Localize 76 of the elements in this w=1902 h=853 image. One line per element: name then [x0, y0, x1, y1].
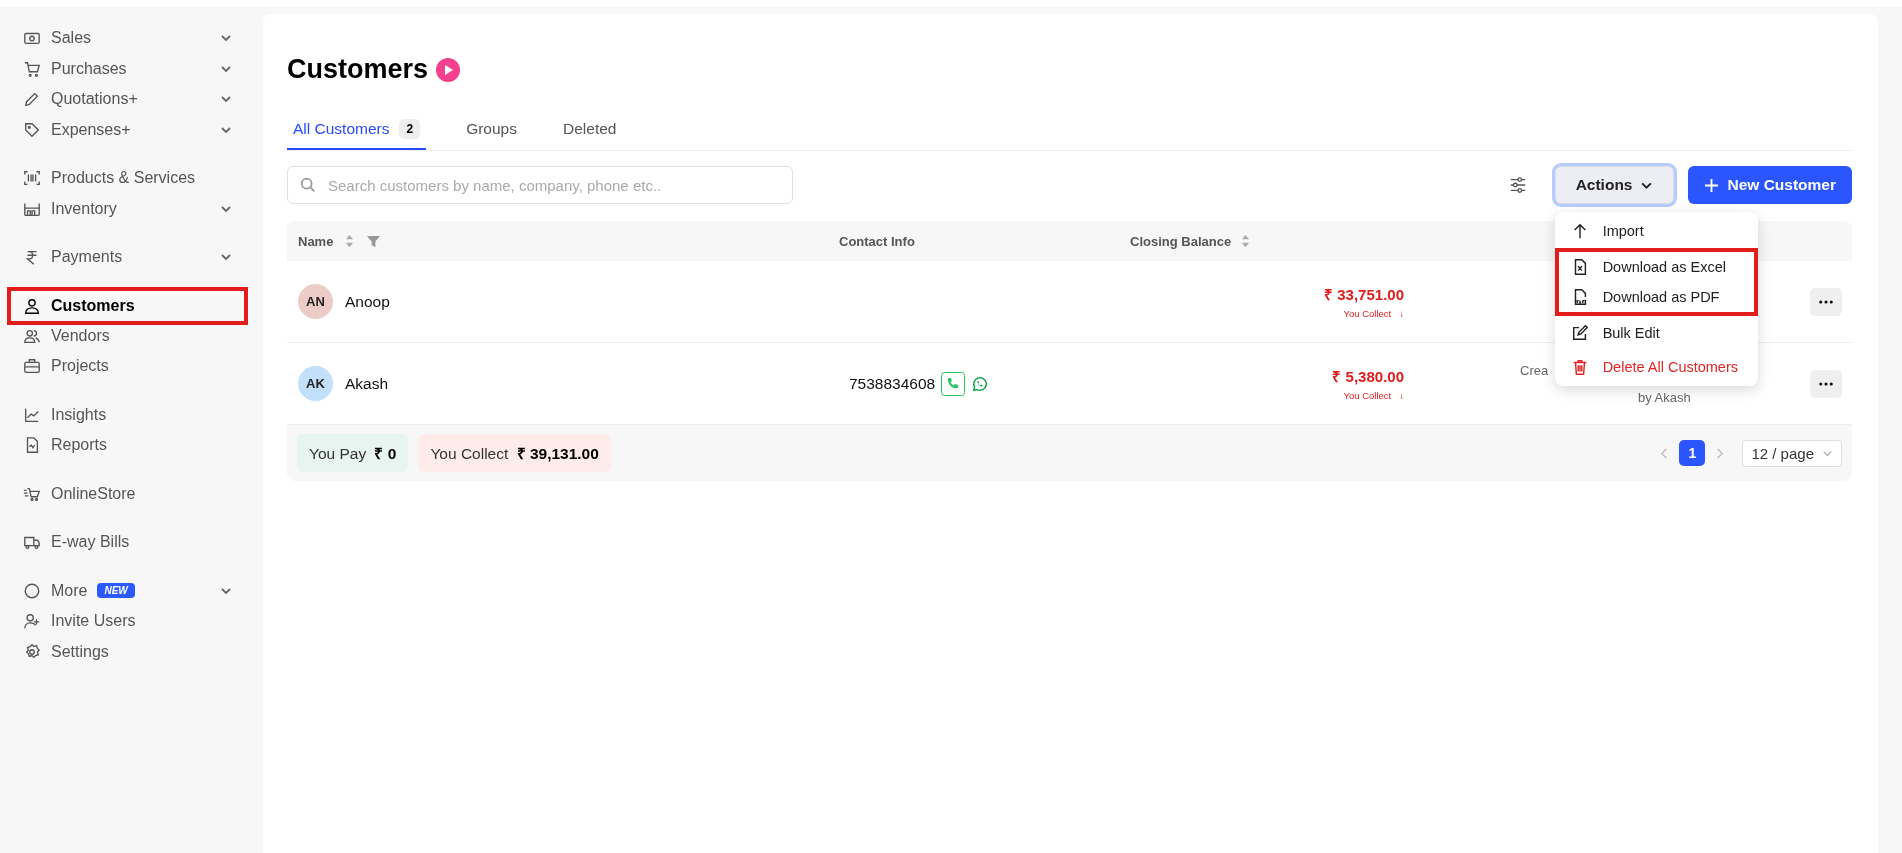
filter-settings-icon[interactable]: [1508, 176, 1527, 194]
phone-number: 7538834608: [849, 374, 936, 393]
pencil-icon: [23, 90, 41, 109]
new-badge: NEW: [97, 583, 135, 599]
filter-icon[interactable]: [366, 233, 382, 249]
sidebar-item[interactable]: Projects: [7, 351, 248, 382]
sidebar-item[interactable]: E-way Bills: [7, 527, 248, 558]
play-icon[interactable]: [436, 57, 461, 82]
ellipsis-icon: [1819, 299, 1833, 304]
customer-name[interactable]: Anoop: [345, 292, 390, 311]
sidebar-item[interactable]: Expenses+: [7, 114, 248, 145]
column-header: Closing Balance: [1130, 233, 1232, 249]
tab[interactable]: Deleted: [557, 113, 623, 150]
page-title: Customers: [287, 54, 429, 85]
next-page-icon[interactable]: [1715, 447, 1725, 459]
menu-item[interactable]: Bulk Edit: [1554, 316, 1758, 350]
tab[interactable]: Groups: [460, 113, 523, 150]
sidebar-item[interactable]: Invite Users: [7, 606, 248, 637]
more-button[interactable]: [1810, 369, 1842, 398]
new-customer-button[interactable]: New Customer: [1688, 166, 1852, 204]
tab-label: All Customers: [293, 120, 390, 138]
sort-icon[interactable]: [345, 234, 355, 248]
avatar: AK: [298, 366, 333, 401]
menu-item[interactable]: Import: [1554, 214, 1758, 248]
sidebar-item[interactable]: Customers: [7, 286, 248, 325]
created-text: by Akash: [1638, 389, 1691, 405]
balance-amount: ₹ 33,751.00: [1324, 285, 1404, 304]
search-field[interactable]: Search customers by name, company, phone etc..: [287, 166, 793, 204]
sidebar-item[interactable]: Products & Services: [7, 163, 248, 194]
page-button[interactable]: 1: [1679, 440, 1706, 466]
sidebar-item[interactable]: Payments: [7, 242, 248, 273]
sidebar-item[interactable]: Settings: [7, 636, 248, 667]
menu-item[interactable]: Delete All Customers: [1554, 350, 1758, 384]
dots-icon: [23, 581, 41, 600]
tab-label: Deleted: [563, 120, 617, 138]
balance-amount: ₹ 5,380.00: [1332, 367, 1404, 386]
sidebar-item[interactable]: Sales: [7, 23, 248, 54]
plus-icon: [1704, 177, 1720, 193]
more-button[interactable]: [1810, 287, 1842, 316]
avatar: AN: [298, 284, 333, 319]
briefcase-icon: [23, 357, 41, 376]
created-text: Crea: [1520, 362, 1549, 378]
tab[interactable]: All Customers 2: [287, 113, 427, 150]
sidebar-item[interactable]: Purchases: [7, 53, 248, 84]
customer-name[interactable]: Akash: [345, 374, 389, 393]
phone-icon[interactable]: [941, 371, 966, 396]
sidebar-item[interactable]: OnlineStore: [7, 478, 248, 509]
balance-note: You Collect: [1343, 390, 1392, 401]
menu-item[interactable]: Download as PDF: [1554, 282, 1758, 316]
page-size-select[interactable]: 12 / page: [1742, 439, 1842, 467]
column-header: Name: [298, 233, 334, 249]
tag-icon: [23, 120, 41, 139]
user-icon: [23, 296, 41, 315]
down-arrow-icon: ↓: [1399, 390, 1404, 401]
down-arrow-icon: ↓: [1399, 308, 1404, 319]
sidebar-item[interactable]: Insights: [7, 399, 248, 430]
sidebar-item[interactable]: More NEW: [7, 575, 248, 606]
column-header: Contact Info: [839, 233, 915, 249]
sidebar-item[interactable]: Inventory: [7, 193, 248, 224]
whatsapp-icon[interactable]: [971, 374, 990, 393]
you-pay-summary: You Pay ₹ 0: [297, 434, 409, 472]
useradd-icon: [23, 612, 41, 631]
ellipsis-icon: [1819, 381, 1833, 386]
gear-icon: [23, 642, 41, 661]
edit-icon: [1570, 324, 1589, 342]
sort-icon[interactable]: [1241, 234, 1251, 248]
cart-icon: [23, 59, 41, 78]
actions-button[interactable]: Actions: [1554, 166, 1675, 204]
balance-note: You Collect: [1343, 308, 1392, 319]
tab-label: Groups: [466, 120, 517, 138]
previous-page-icon[interactable]: [1660, 447, 1670, 459]
sidebar-item[interactable]: Quotations+: [7, 84, 248, 115]
you-collect-summary: You Collect ₹ 39,131.00: [418, 434, 611, 472]
sidebar-item[interactable]: Reports: [7, 430, 248, 461]
count-badge: 2: [399, 119, 421, 139]
barcode-icon: [23, 169, 41, 188]
